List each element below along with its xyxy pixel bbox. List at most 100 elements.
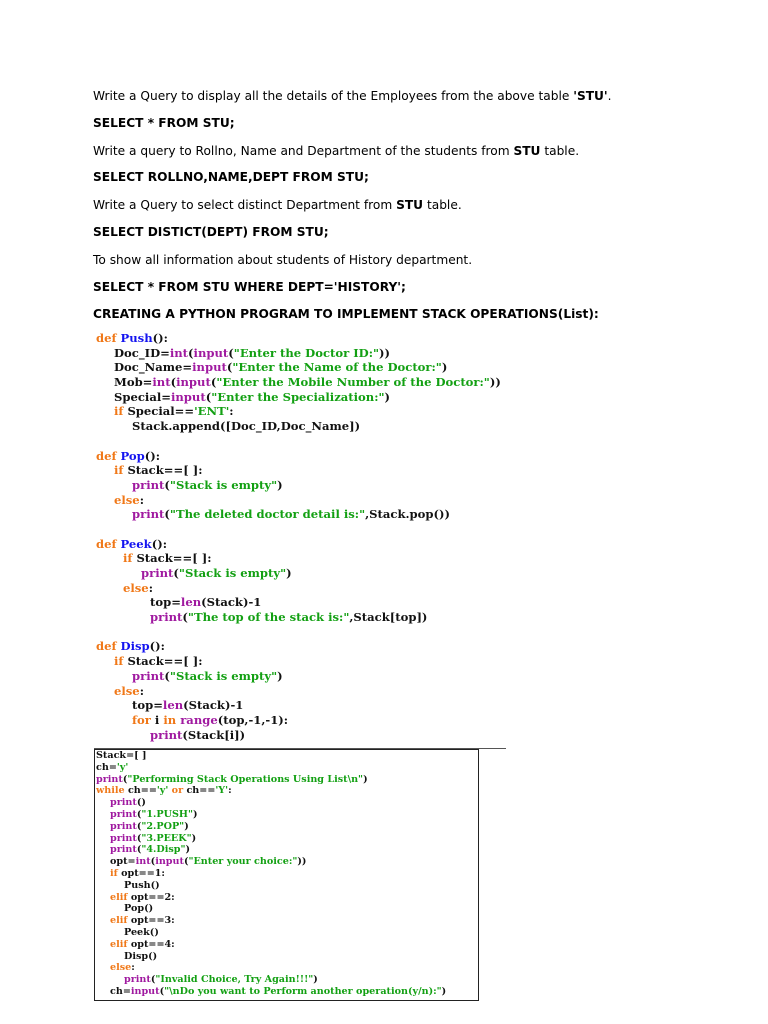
code-line: ch=input("\nDo you want to Perform anoth…: [96, 986, 446, 998]
code-token: print: [150, 727, 183, 742]
stack-functions-code-image: def Push(): Doc_ID=int(input("Enter the D…: [96, 331, 501, 742]
code-line: Doc_Name=input("Enter the Name of the Do…: [96, 360, 501, 375]
code-line: opt=int(input("Enter your choice:")): [96, 856, 446, 868]
code-token: Peek: [120, 536, 152, 551]
code-token: else: [114, 492, 140, 507]
code-token: input: [176, 375, 211, 390]
code-token: ): [363, 773, 368, 785]
code-token: (): [136, 797, 146, 809]
code-line: print("Stack is empty"): [96, 566, 501, 581]
paragraph-text: SELECT ROLLNO,NAME,DEPT FROM STU;: [93, 170, 369, 184]
code-token: opt==4:: [130, 938, 175, 950]
code-token: :: [131, 962, 135, 974]
code-token: Doc_Name=: [114, 360, 193, 375]
code-token: )): [379, 345, 391, 360]
code-token: Stack==[ ]:: [127, 463, 203, 478]
code-token: ): [185, 844, 191, 856]
code-line: Stack.append([Doc_ID,Doc_Name]): [96, 419, 501, 434]
code-token: ): [191, 832, 197, 844]
code-token: print: [110, 808, 137, 820]
code-token: or: [171, 785, 187, 797]
paragraph-text: To show all information about students o…: [93, 253, 473, 267]
code-token: (Stack)-1: [183, 698, 244, 713]
code-token: Disp: [120, 639, 150, 654]
code-token: print: [96, 773, 123, 785]
paragraph: To show all information about students o…: [93, 253, 472, 267]
code-token: else: [123, 580, 149, 595]
code-line: if opt==1:: [96, 868, 446, 880]
code-line: Peek(): [96, 927, 446, 939]
code-token: opt==3:: [130, 915, 175, 927]
code-token: if: [123, 551, 137, 566]
code-line: print("Performing Stack Operations Using…: [96, 774, 446, 786]
code-token: ():: [151, 536, 167, 551]
code-token: ): [184, 820, 189, 832]
paragraph-text: STU: [513, 144, 541, 158]
code-token: :: [139, 683, 144, 698]
code-token: 'Y': [215, 785, 229, 797]
code-line: print("4.Disp"): [96, 844, 446, 856]
code-token: def: [96, 331, 121, 345]
code-line: top=len(Stack)-1: [96, 595, 501, 610]
code-token: else: [114, 683, 140, 698]
code-line: if Stack==[ ]:: [96, 551, 501, 566]
code-token: input: [130, 985, 160, 997]
code-token: print: [110, 844, 137, 856]
code-token: len: [162, 698, 184, 713]
code-token: print: [150, 610, 183, 625]
paragraph: Write a Query to display all the details…: [93, 89, 612, 103]
code-token: Pop(): [124, 903, 154, 915]
code-line: Push(): [96, 880, 446, 892]
code-token: len: [180, 595, 202, 610]
code-token: opt=: [110, 856, 136, 868]
code-token: "3.PEEK": [141, 832, 192, 844]
code-token: "Performing Stack Operations Using List\…: [127, 773, 364, 785]
code-token: print: [132, 507, 165, 522]
paragraph: Write a query to Rollno, Name and Depart…: [93, 144, 579, 158]
code-token: Special=: [114, 389, 171, 404]
code-token: def: [96, 536, 121, 551]
paragraph-text: Write a Query to select distinct Departm…: [93, 198, 397, 212]
code-token: ): [384, 389, 391, 404]
code-token: ch=: [110, 985, 131, 997]
code-token: Push: [120, 331, 153, 345]
code-token: "Invalid Choice, Try Again!!!": [155, 974, 314, 986]
code-token: "\nDo you want to Perform another operat…: [164, 985, 442, 997]
code-token: print: [132, 477, 165, 492]
code-line: print("The top of the stack is:",Stack[t…: [96, 610, 501, 625]
code-token: (Stack)-1: [201, 595, 262, 610]
paragraph: SELECT ROLLNO,NAME,DEPT FROM STU;: [93, 170, 369, 184]
code-token: Special==: [127, 404, 195, 419]
code-token: if: [110, 867, 122, 879]
paragraph-text: Write a query to Rollno, Name and Depart…: [93, 144, 514, 158]
code-line: print(Stack[i]): [96, 728, 501, 743]
code-line: Special=input("Enter the Specialization:…: [96, 390, 501, 405]
code-line: print("Stack is empty"): [96, 478, 501, 493]
code-line: def Peek():: [96, 537, 501, 552]
code-line: top=len(Stack)-1: [96, 698, 501, 713]
code-token: print: [110, 820, 137, 832]
code-token: ): [277, 668, 283, 683]
paragraph: SELECT DISTICT(DEPT) FROM STU;: [93, 225, 329, 239]
code-token: ch=: [96, 761, 117, 773]
code-line: def Disp():: [96, 639, 501, 654]
code-line: Stack=[ ]: [96, 750, 446, 762]
code-token: top=: [150, 595, 181, 610]
code-token: )): [489, 375, 501, 390]
code-line: Pop(): [96, 903, 446, 915]
code-token: Stack=[ ]: [96, 750, 147, 761]
paragraph-text: STU: [396, 198, 424, 212]
code-token: def: [96, 639, 121, 654]
paragraph-text: SELECT * FROM STU;: [93, 116, 235, 130]
code-token: "The top of the stack is:": [187, 610, 350, 625]
code-token: "Stack is empty": [169, 477, 278, 492]
code-token: "The deleted doctor detail is:": [169, 507, 366, 522]
paragraph: CREATING A PYTHON PROGRAM TO IMPLEMENT S…: [93, 307, 599, 321]
code-token: opt==1:: [121, 867, 165, 879]
code-token: Mob=: [114, 375, 153, 390]
code-token: Stack==[ ]:: [127, 654, 203, 669]
code-line: print("The deleted doctor detail is:",St…: [96, 507, 501, 522]
code-line: print("2.POP"): [96, 821, 446, 833]
